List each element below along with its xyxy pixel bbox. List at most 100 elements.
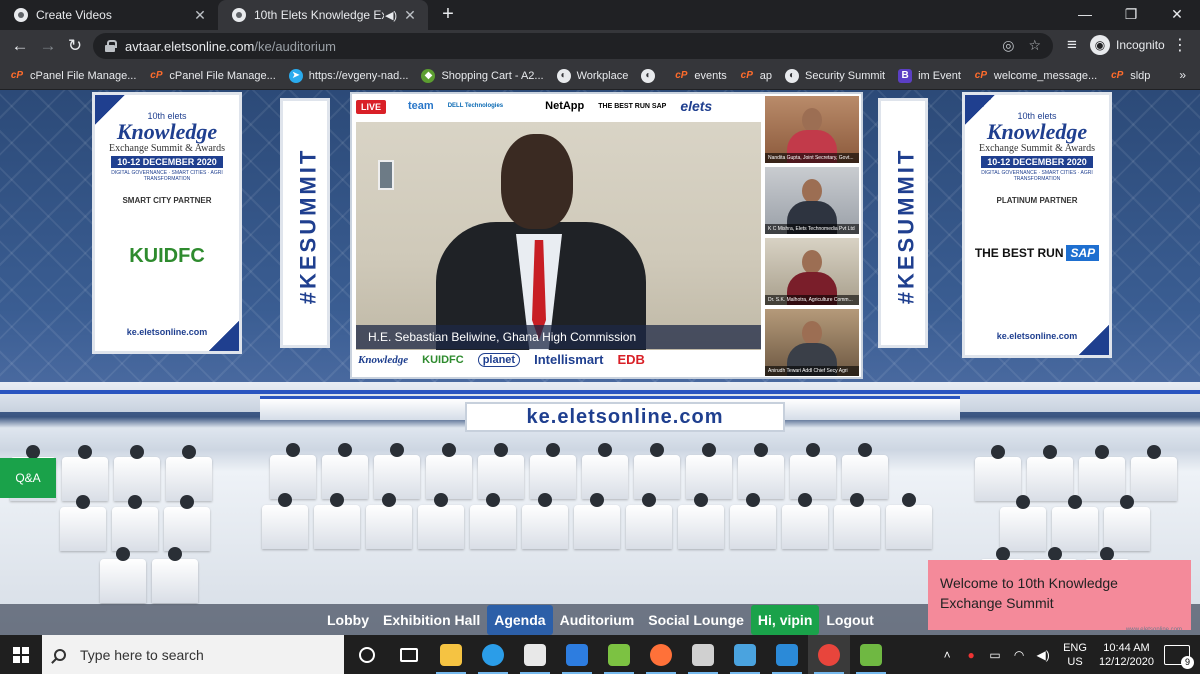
banner-smart-city-partner: 10th elets Knowledge Exchange Summit & A… [92, 92, 242, 354]
speaker-icon[interactable]: ◀) [384, 9, 398, 22]
speaker-caption: H.E. Sebastian Beliwine, Ghana High Comm… [356, 325, 761, 349]
cpanel-icon: cP [675, 69, 688, 81]
close-tab-icon[interactable]: ✕ [192, 7, 208, 24]
taskbar-app-button[interactable] [724, 635, 766, 674]
banner-tagline: DIGITAL GOVERNANCE · SMART CITIES · AGRI… [981, 170, 1093, 182]
forward-button[interactable]: → [36, 34, 60, 58]
start-button[interactable] [0, 635, 42, 674]
notification-count: 9 [1181, 655, 1194, 669]
more-menu-icon[interactable]: ⋮ [1172, 35, 1188, 55]
main-video-screen[interactable]: LIVE team DELL Technologies NetApp THE B… [350, 92, 863, 379]
nav-exhibition-hall[interactable]: Exhibition Hall [376, 605, 487, 635]
taskbar-app-button[interactable] [766, 635, 808, 674]
restore-button[interactable]: ❐ [1108, 0, 1154, 30]
nav-lobby[interactable]: Lobby [320, 605, 376, 635]
chevron-up-icon[interactable]: ˄ [938, 648, 956, 662]
bookmark-item[interactable]: cP ap [740, 69, 772, 83]
more-bookmarks-icon[interactable]: » [1179, 68, 1186, 82]
chair [1079, 445, 1125, 501]
taskbar-app-button[interactable] [598, 635, 640, 674]
bookmark-item[interactable]: cP events [674, 69, 727, 83]
taskbar-apps [346, 635, 892, 674]
chair [374, 443, 420, 499]
tab-elets-summit[interactable]: 10th Elets Knowledge Exchan ◀) ✕ [218, 0, 428, 30]
chair [790, 443, 836, 499]
chair [366, 493, 412, 549]
nav-social-lounge[interactable]: Social Lounge [641, 605, 751, 635]
language-indicator[interactable]: ENG US [1063, 641, 1087, 669]
panelist-label: Anirudh Tewari Addl Chief Secy Agri [765, 366, 859, 376]
bookmark-item[interactable]: ◐ Workplace [556, 68, 628, 83]
chair [686, 443, 732, 499]
nav-logout[interactable]: Logout [819, 605, 880, 635]
greenshot-icon [608, 643, 630, 666]
notification-center-icon[interactable]: 9 [1164, 644, 1194, 669]
banner-decoration [95, 95, 125, 125]
taskbar-app-button[interactable] [682, 635, 724, 674]
network-alert-icon[interactable]: ● [962, 648, 980, 662]
system-clock[interactable]: 10:44 AM 12/12/2020 [1099, 641, 1154, 669]
taskbar-app-button[interactable] [472, 635, 514, 674]
chair [782, 493, 828, 549]
volume-icon[interactable]: ◀) [1034, 648, 1052, 662]
nav-auditorium[interactable]: Auditorium [553, 605, 642, 635]
wifi-icon[interactable]: ◠ [1010, 648, 1028, 662]
user-greeting[interactable]: Hi, vipin [750, 605, 820, 635]
close-tab-icon[interactable]: ✕ [402, 7, 418, 24]
panelist-video[interactable]: Dr. S.K. Malhotra, Agriculture Comm... [765, 238, 859, 305]
taskbar-app-button[interactable] [808, 635, 850, 674]
taskbar-app-button[interactable] [430, 635, 472, 674]
lock-icon[interactable] [105, 40, 117, 52]
address-bar[interactable]: avtaar.eletsonline.com /ke/auditorium ◎ … [93, 33, 1053, 59]
taskbar-app-button[interactable] [346, 635, 388, 674]
stage-stripe [0, 390, 1200, 394]
chair [842, 443, 888, 499]
bookmark-star-icon[interactable]: ☆ [1028, 37, 1041, 54]
battery-icon[interactable]: ▭ [986, 648, 1004, 662]
sponsor-logo: EDB [617, 352, 645, 367]
bookmark-item[interactable]: cP welcome_message... [974, 69, 1097, 83]
bookmark-item[interactable]: ◐ [641, 68, 661, 83]
bookmark-item[interactable]: ◆ Shopping Cart - A2... [421, 68, 544, 83]
bookmark-item[interactable]: cP cPanel File Manage... [149, 69, 276, 83]
taskbar-search[interactable]: Type here to search [42, 635, 344, 674]
reload-button[interactable]: ↻ [63, 34, 87, 58]
panelist-video[interactable]: Nandita Gupta, Joint Secretary, Govt... [765, 96, 859, 163]
seat-row [1000, 495, 1156, 551]
close-window-button[interactable]: ✕ [1154, 0, 1200, 30]
tab-create-videos[interactable]: Create Videos ✕ [0, 0, 218, 30]
panelist-figure [802, 179, 822, 203]
taskbar-app-button[interactable] [388, 635, 430, 674]
panelist-label: Dr. S.K. Malhotra, Agriculture Comm... [765, 295, 859, 305]
chair [530, 443, 576, 499]
taskbar-app-button[interactable] [640, 635, 682, 674]
bookmark-item[interactable]: cP cPanel File Manage... [10, 69, 137, 83]
seat-row [60, 495, 216, 551]
panelist-figure [802, 250, 822, 274]
app-icon [734, 643, 756, 666]
minimize-button[interactable]: — [1062, 0, 1108, 30]
profile-button[interactable]: ≡ ◉ Incognito [1062, 35, 1165, 55]
panelist-video[interactable]: K C Mishra, Elets Technomedia Pvt Ltd [765, 167, 859, 234]
chair [152, 547, 198, 603]
nav-agenda[interactable]: Agenda [487, 605, 553, 635]
taskbar-app-button[interactable] [514, 635, 556, 674]
clock-date: 12/12/2020 [1098, 655, 1154, 668]
qa-button[interactable]: Q&A [0, 458, 56, 498]
panelist-video[interactable]: Anirudh Tewari Addl Chief Secy Agri [765, 309, 859, 376]
speaker-video[interactable] [356, 122, 761, 350]
tab-title: Create Videos [36, 8, 112, 22]
bookmark-item[interactable]: ➤ https://evgeny-nad... [288, 68, 408, 83]
eye-off-icon[interactable]: ◎ [1002, 37, 1014, 54]
new-tab-button[interactable]: + [436, 3, 460, 27]
chair [730, 493, 776, 549]
taskbar-app-button[interactable] [556, 635, 598, 674]
bookmark-item[interactable]: Bim Event [898, 68, 961, 83]
bookmark-item[interactable]: ◐ Security Summit [785, 68, 885, 83]
media-control-icon[interactable]: ≡ [1062, 35, 1082, 55]
globe-icon: ◐ [641, 68, 656, 83]
sponsor-logo: team [408, 100, 434, 112]
taskbar-app-button[interactable] [850, 635, 892, 674]
bookmark-item[interactable]: cP sldp [1110, 69, 1150, 83]
back-button[interactable]: ← [8, 34, 32, 58]
